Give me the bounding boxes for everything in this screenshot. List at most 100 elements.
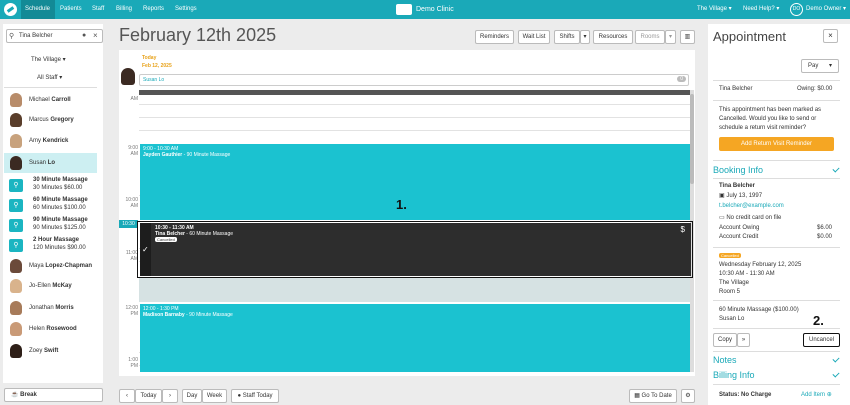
appointment-service: 60 Minute Massage ($100.00) [719,307,799,313]
nav-settings[interactable]: Settings [175,0,197,19]
rooms-dropdown-button[interactable]: ▾ [665,30,676,44]
pay-label: Pay [808,63,819,69]
resources-button[interactable]: Resources [593,30,633,44]
service-name: 90 Minute Massage [33,217,88,223]
clinic-brand[interactable]: Demo Clinic [396,2,454,17]
divider [713,100,840,101]
service-item[interactable]: ⚲ 90 Minute Massage 90 Minutes $125.00 [4,215,97,235]
close-button[interactable]: × [823,29,838,43]
divider [713,328,840,329]
location-select-label: The Village [31,57,61,63]
dob-value: July 13, 1997 [726,193,763,199]
uncancel-button[interactable]: Uncancel [803,333,840,347]
rooms-button[interactable]: Rooms [635,30,665,44]
check-icon: ✓ [142,245,149,254]
appointment-block[interactable]: 12:00 - 1:30 PM Madison Barnaby - 90 Min… [140,304,690,372]
grid-line [139,104,690,105]
nav-patients[interactable]: Patients [60,0,82,19]
staff-avatar [10,344,22,358]
shifts-dropdown-button[interactable]: ▾ [580,30,590,44]
staff-today-button[interactable]: ● Staff Today [231,389,279,403]
add-item-link[interactable]: Add Item ⊕ [801,391,832,398]
today-button[interactable]: Today [135,389,162,403]
step-1-label: 1. [396,197,407,212]
clinic-logo-icon [396,3,412,15]
staff-item[interactable]: Jo-Ellen McKay [4,276,97,296]
location-select[interactable]: The Village ▾ [31,56,66,63]
shifts-button[interactable]: Shifts [554,30,580,44]
add-return-visit-reminder-button[interactable]: Add Return Visit Reminder [719,137,834,151]
status-badge: Cancelled [719,253,741,258]
service-item[interactable]: ⚲ 2 Hour Massage 120 Minutes $90.00 [4,235,97,255]
service-item[interactable]: ⚲ 30 Minute Massage 30 Minutes $60.00 [4,175,97,195]
staff-name: Amy Kendrick [29,138,69,144]
patient-search-input[interactable]: ⚲ Tina Belcher ● × [6,29,103,43]
break-button[interactable]: ☕ Break [4,388,103,402]
staff-item[interactable]: Jonathan Morris [4,298,97,318]
location-menu[interactable]: The Village ▾ [697,0,732,19]
prev-day-button[interactable]: ‹ [119,389,135,403]
nav-billing[interactable]: Billing [116,0,132,19]
user-menu[interactable]: Demo Owner ▾ [806,0,846,19]
search-icon[interactable]: ⚲ [9,219,23,232]
billing-info-heading[interactable]: Billing Info [713,370,755,380]
person-icon[interactable]: ● [82,32,86,39]
appointment-block[interactable]: 9:00 - 10:30 AM Jayden Gauthier - 90 Min… [140,144,690,220]
staff-item[interactable]: Maya Lopez-Chapman [4,256,97,276]
service-name: 60 Minute Massage [33,197,88,203]
staff-item[interactable]: Marcus Gregory [4,110,97,130]
settings-button[interactable]: ⚙ [681,389,695,403]
reminders-button[interactable]: Reminders [475,30,514,44]
staff-avatar [10,93,22,107]
user-avatar[interactable]: DO [790,3,803,16]
today-label: Today [142,55,157,61]
staff-select[interactable]: All Staff ▾ [37,74,62,81]
nav-schedule[interactable]: Schedule [21,0,55,19]
search-value: Tina Belcher [19,33,53,39]
panel-title: Appointment [713,29,786,44]
staff-avatar [10,259,22,273]
notes-heading[interactable]: Notes [713,355,737,365]
staff-avatar [10,156,22,170]
appointment-location: The Village [719,280,749,286]
count-badge: 0 [677,76,686,82]
search-icon[interactable]: ⚲ [9,199,23,212]
staff-item[interactable]: Zoey Swift [4,341,97,361]
more-button[interactable]: » [737,333,750,347]
copy-button[interactable]: Copy [713,333,737,347]
nav-reports[interactable]: Reports [143,0,164,19]
nav-staff[interactable]: Staff [92,0,104,19]
wait-list-button[interactable]: Wait List [518,30,550,44]
chevron-down-icon: ▾ [583,34,587,40]
pay-button[interactable]: Pay ▾ [801,59,839,73]
booking-info-heading[interactable]: Booking Info [713,165,763,175]
cancelled-appointment-block[interactable]: ✓ 10:30 - 11:30 AM Tina Belcher - 60 Min… [140,223,691,276]
appointment-date: Wednesday February 12, 2025 [719,262,802,268]
staff-item[interactable]: Helen Rosewood [4,319,97,339]
go-to-date-button[interactable]: ▦ Go To Date [629,389,677,403]
service-item[interactable]: ⚲ 60 Minute Massage 60 Minutes $100.00 [4,195,97,215]
search-icon[interactable]: ⚲ [9,179,23,192]
email-link[interactable]: t.belcher@example.com [719,203,784,209]
account-credit-label: Account Credit [719,234,759,240]
staff-item[interactable]: Amy Kendrick [4,131,97,151]
next-day-button[interactable]: › [162,389,178,403]
search-icon[interactable]: ⚲ [9,239,23,252]
staff-item[interactable]: Michael Carroll [4,90,97,110]
staff-item-selected[interactable]: Susan Lo [4,153,97,173]
scrollbar-thumb[interactable] [690,94,694,184]
columns-view-button[interactable]: ▥ [680,30,695,44]
day-view-button[interactable]: Day [182,389,202,403]
staff-avatar [10,134,22,148]
card-row: ▭ No credit card on file [719,214,781,221]
app-logo-icon[interactable] [4,3,17,16]
staff-column-header[interactable]: Susan Lo 0 [139,74,689,86]
chevron-down-icon: ▾ [829,63,833,69]
staff-avatar [10,322,22,336]
staff-avatar [121,68,135,85]
go-to-date-label: Go To Date [641,393,672,399]
help-menu[interactable]: Need Help? ▾ [743,0,779,19]
week-view-button[interactable]: Week [202,389,227,403]
staff-avatar [10,113,22,127]
clear-icon[interactable]: × [93,31,98,40]
